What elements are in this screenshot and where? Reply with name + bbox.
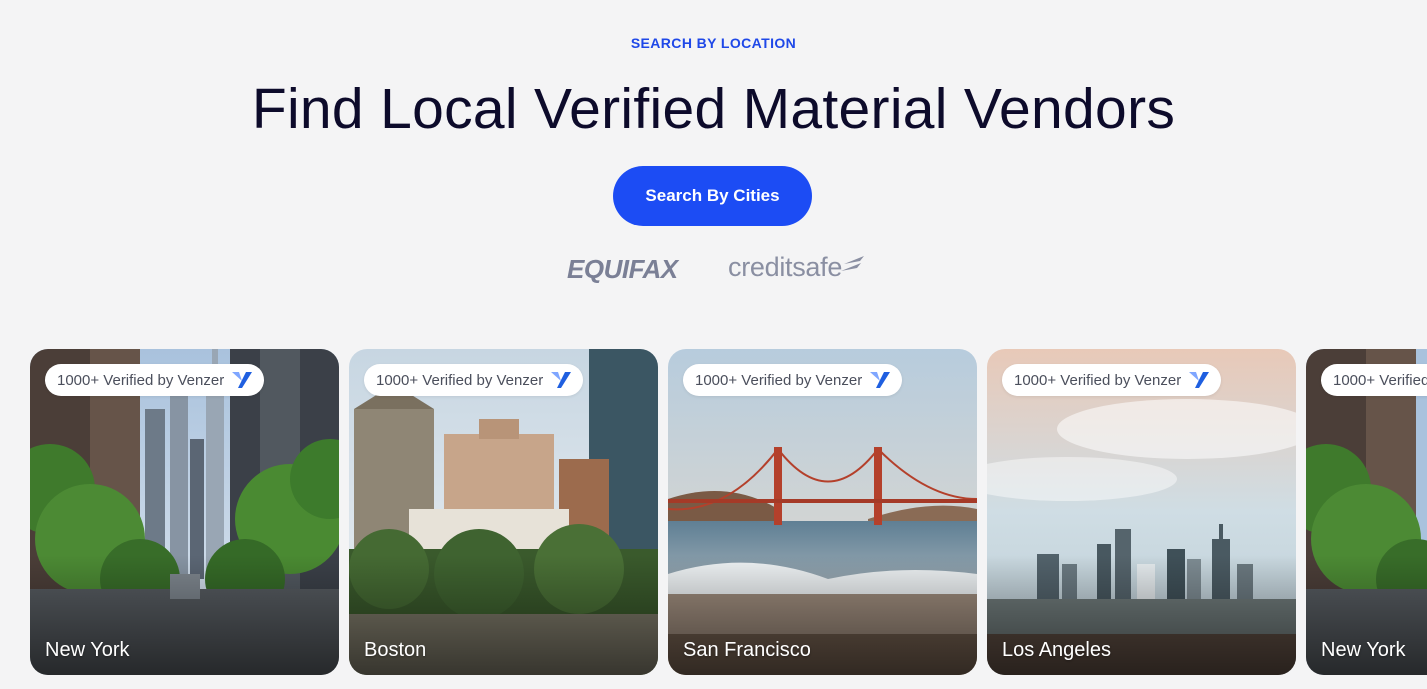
badge-label: 1000+ Verified by Venzer <box>1333 371 1427 389</box>
venzer-logo-icon <box>232 372 253 388</box>
city-card-boston[interactable]: 1000+ Verified by Venzer Boston <box>349 349 658 675</box>
creditsafe-swoosh-icon <box>841 256 864 271</box>
page-title: Find Local Verified Material Vendors <box>251 77 1176 141</box>
badge-label: 1000+ Verified by Venzer <box>57 371 225 389</box>
search-by-cities-button[interactable]: Search By Cities <box>613 166 812 226</box>
badge-label: 1000+ Verified by Venzer <box>695 371 863 389</box>
creditsafe-wordmark: creditsafe <box>728 252 843 282</box>
badge-label: 1000+ Verified by Venzer <box>376 371 544 389</box>
city-name: New York <box>45 639 130 661</box>
city-card-new-york[interactable]: 1000+ Verified by Venzer New York <box>30 349 339 675</box>
section-eyebrow: SEARCH BY LOCATION <box>630 35 797 51</box>
creditsafe-logo: creditsafe <box>728 252 864 283</box>
city-name: Boston <box>364 639 427 661</box>
venzer-logo-icon <box>870 372 891 388</box>
verified-badge: 1000+ Verified by Venzer <box>1321 364 1427 396</box>
verified-badge: 1000+ Verified by Venzer <box>1002 364 1222 396</box>
venzer-logo-icon <box>1189 372 1210 388</box>
vendor-location-section: SEARCH BY LOCATION Find Local Verified M… <box>0 0 1427 689</box>
city-name: New York <box>1321 639 1406 661</box>
badge-label: 1000+ Verified by Venzer <box>1014 371 1182 389</box>
verified-badge: 1000+ Verified by Venzer <box>364 364 584 396</box>
city-card-los-angeles[interactable]: 1000+ Verified by Venzer Los Angeles <box>987 349 1296 675</box>
verified-badge: 1000+ Verified by Venzer <box>45 364 265 396</box>
city-name: San Francisco <box>683 639 811 661</box>
equifax-logo: EQUIFAX <box>567 254 678 284</box>
city-card-carousel: 1000+ Verified by Venzer New York 1000+ … <box>0 349 1427 675</box>
city-name: Los Angeles <box>1002 639 1111 661</box>
verified-badge: 1000+ Verified by Venzer <box>683 364 903 396</box>
city-card-san-francisco[interactable]: 1000+ Verified by Venzer San Francisco <box>668 349 977 675</box>
venzer-logo-icon <box>551 372 572 388</box>
city-card-new-york-repeat[interactable]: 1000+ Verified by Venzer New York <box>1306 349 1427 675</box>
